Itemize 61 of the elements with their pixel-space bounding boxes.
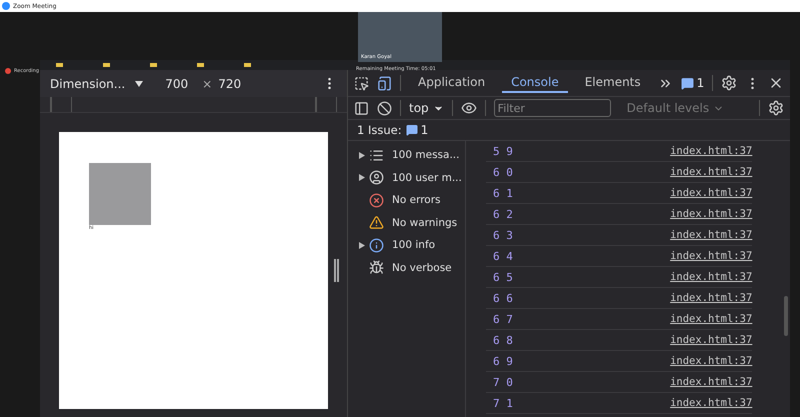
filter-field[interactable]: Filter — [494, 99, 611, 117]
dropdown-triangle-icon — [135, 80, 144, 86]
warning-icon — [369, 215, 384, 230]
context-dropdown[interactable]: top — [409, 101, 444, 115]
sidebar-item[interactable]: No errors — [348, 189, 465, 212]
user-icon — [369, 170, 384, 186]
log-message: 6 4 — [493, 250, 513, 262]
log-message: 6 0 — [493, 166, 513, 178]
eye-icon[interactable] — [460, 100, 477, 116]
issues-label: 1 Issue: — [357, 123, 402, 137]
log-message: 6 7 — [493, 312, 513, 326]
sidebar-item[interactable]: 100 messa... — [348, 144, 465, 166]
page-block — [89, 163, 151, 225]
log-message: 6 6 — [493, 292, 513, 304]
log-message: 7 1 — [493, 396, 513, 410]
log-message: 6 1 — [493, 186, 513, 200]
inspect-icon[interactable] — [354, 76, 369, 90]
times-sign: × — [202, 76, 212, 90]
settings-icon[interactable] — [768, 100, 784, 116]
log-message: 6 3 — [493, 228, 513, 242]
info-icon — [369, 238, 384, 253]
resize-handle[interactable] — [334, 259, 339, 282]
source-link[interactable]: index.html:37 — [670, 292, 752, 304]
log-message: 6 9 — [493, 354, 513, 368]
devtools-tab[interactable]: Elements — [576, 73, 650, 93]
log-message: 5 9 — [493, 144, 513, 158]
issues-badge[interactable]: 1 — [680, 76, 704, 90]
source-link[interactable]: index.html:37 — [670, 313, 752, 325]
error-icon — [369, 192, 384, 208]
source-link[interactable]: index.html:37 — [670, 166, 752, 178]
sidebar-item[interactable]: No verbose — [348, 256, 465, 279]
source-link[interactable]: index.html:37 — [670, 229, 752, 241]
sidebar-toggle-icon[interactable] — [354, 100, 369, 116]
settings-icon[interactable] — [721, 75, 738, 91]
devtools-tab[interactable]: Console — [502, 73, 568, 93]
width-value[interactable]: 700 — [165, 76, 188, 90]
source-link[interactable]: index.html:37 — [670, 334, 752, 346]
log-message: 6 5 — [493, 270, 513, 284]
source-link[interactable]: index.html:37 — [670, 355, 752, 367]
dimensions-dropdown[interactable]: Dimension... — [50, 76, 144, 90]
devtools-tab[interactable]: Application — [409, 73, 494, 93]
source-link[interactable]: index.html:37 — [670, 145, 752, 157]
zoom-logo-icon — [2, 2, 10, 10]
sidebar-item[interactable]: No warnings — [348, 212, 465, 234]
source-link[interactable]: index.html:37 — [670, 397, 752, 409]
log-message: 6 8 — [493, 334, 513, 346]
source-link[interactable]: index.html:37 — [670, 271, 752, 283]
sidebar-item[interactable]: 100 user m... — [348, 166, 465, 189]
source-link[interactable]: index.html:37 — [670, 376, 752, 388]
log-message: 7 0 — [493, 376, 513, 388]
source-link[interactable]: index.html:37 — [670, 208, 752, 220]
clear-console-icon[interactable] — [377, 100, 392, 116]
log-message: 6 2 — [493, 208, 513, 220]
source-link[interactable]: index.html:37 — [670, 187, 752, 199]
bug-icon — [369, 260, 384, 276]
source-link[interactable]: index.html:37 — [670, 250, 752, 262]
height-value[interactable]: 720 — [218, 76, 242, 90]
issue-count-badge[interactable]: 1 — [406, 123, 428, 137]
list-icon — [369, 148, 384, 163]
device-toolbar-icon[interactable] — [377, 76, 392, 90]
sidebar-item[interactable]: 100 info — [348, 234, 465, 256]
